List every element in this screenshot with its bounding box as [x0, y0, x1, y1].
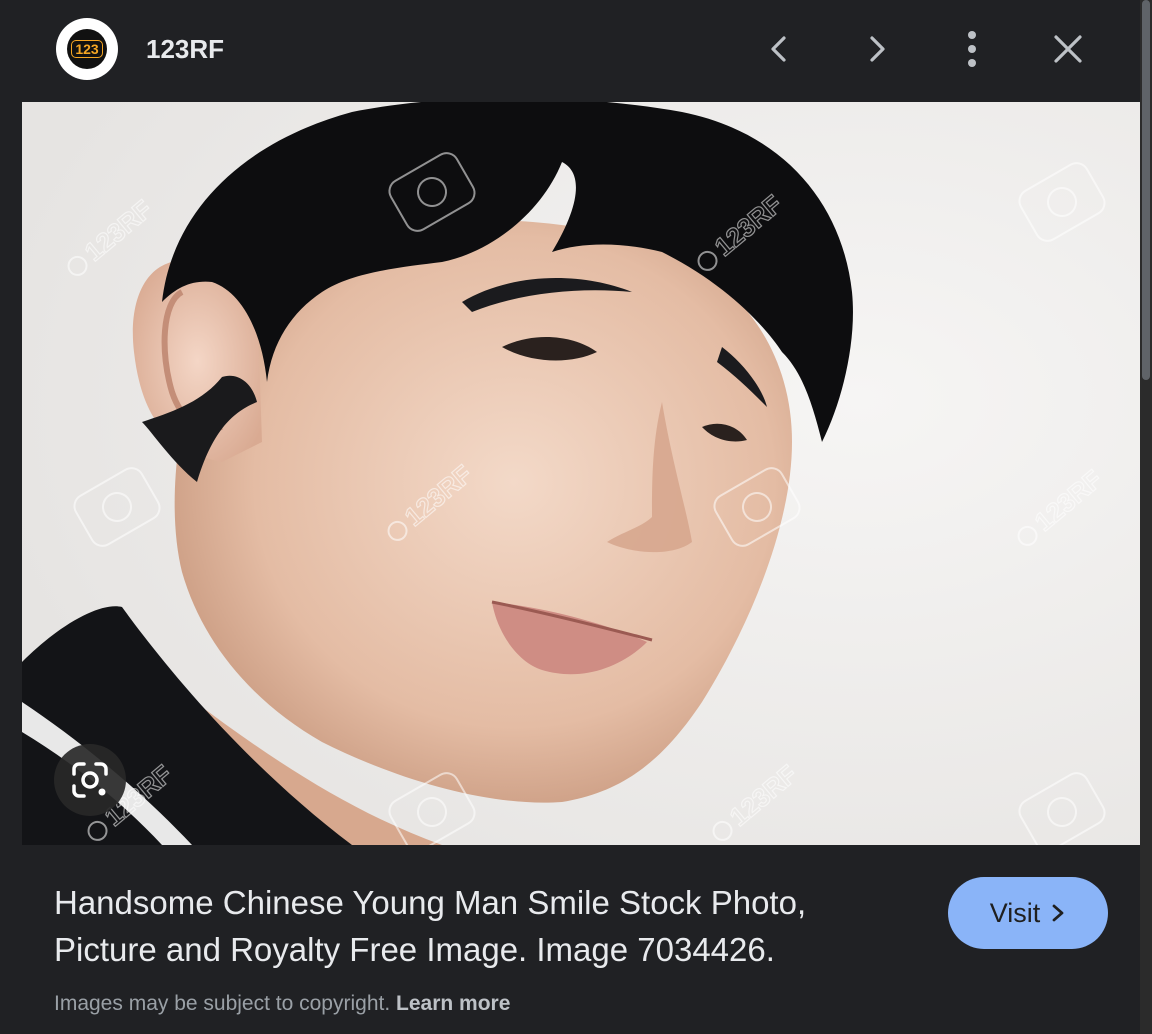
- preview-image[interactable]: 123RF 123RF 123RF 123RF 123RF 123RF: [22, 102, 1140, 845]
- more-options-button[interactable]: [944, 21, 1000, 77]
- chevron-right-icon: [870, 36, 885, 62]
- search-image-button[interactable]: [54, 744, 126, 816]
- visit-button[interactable]: Visit: [948, 877, 1108, 949]
- visit-label: Visit: [989, 897, 1041, 928]
- chevron-left-icon: [771, 36, 786, 62]
- scrollbar-thumb[interactable]: [1142, 0, 1150, 380]
- page-background-left: [0, 0, 22, 1034]
- source-logo-text: 123: [71, 40, 103, 58]
- close-button[interactable]: [1040, 21, 1096, 77]
- source-logo-badge: 123: [67, 29, 107, 69]
- copyright-notice: Images may be subject to copyright. Lear…: [54, 990, 510, 1018]
- preview-header: 123 123RF: [22, 0, 1140, 102]
- learn-more-link[interactable]: Learn more: [396, 992, 510, 1015]
- source-logo[interactable]: 123: [56, 18, 118, 80]
- more-vert-icon: [968, 31, 976, 67]
- next-image-button[interactable]: [848, 21, 904, 77]
- close-icon: [1054, 35, 1082, 63]
- source-name[interactable]: 123RF: [146, 32, 224, 66]
- image-title[interactable]: Handsome Chinese Young Man Smile Stock P…: [54, 879, 904, 973]
- stock-photo-portrait: 123RF 123RF 123RF 123RF 123RF 123RF: [22, 102, 1140, 845]
- google-lens-icon: [72, 762, 108, 798]
- chevron-right-icon: [1052, 904, 1064, 922]
- image-preview-app: 123 123RF 123RF 123RF 123RF 123RF 123RF …: [0, 0, 1152, 1034]
- image-preview-panel: 123 123RF 123RF 123RF 123RF 123RF 123RF …: [22, 0, 1140, 1034]
- scrollbar[interactable]: [1140, 0, 1152, 1034]
- previous-image-button[interactable]: [752, 21, 808, 77]
- copyright-text: Images may be subject to copyright.: [54, 992, 391, 1015]
